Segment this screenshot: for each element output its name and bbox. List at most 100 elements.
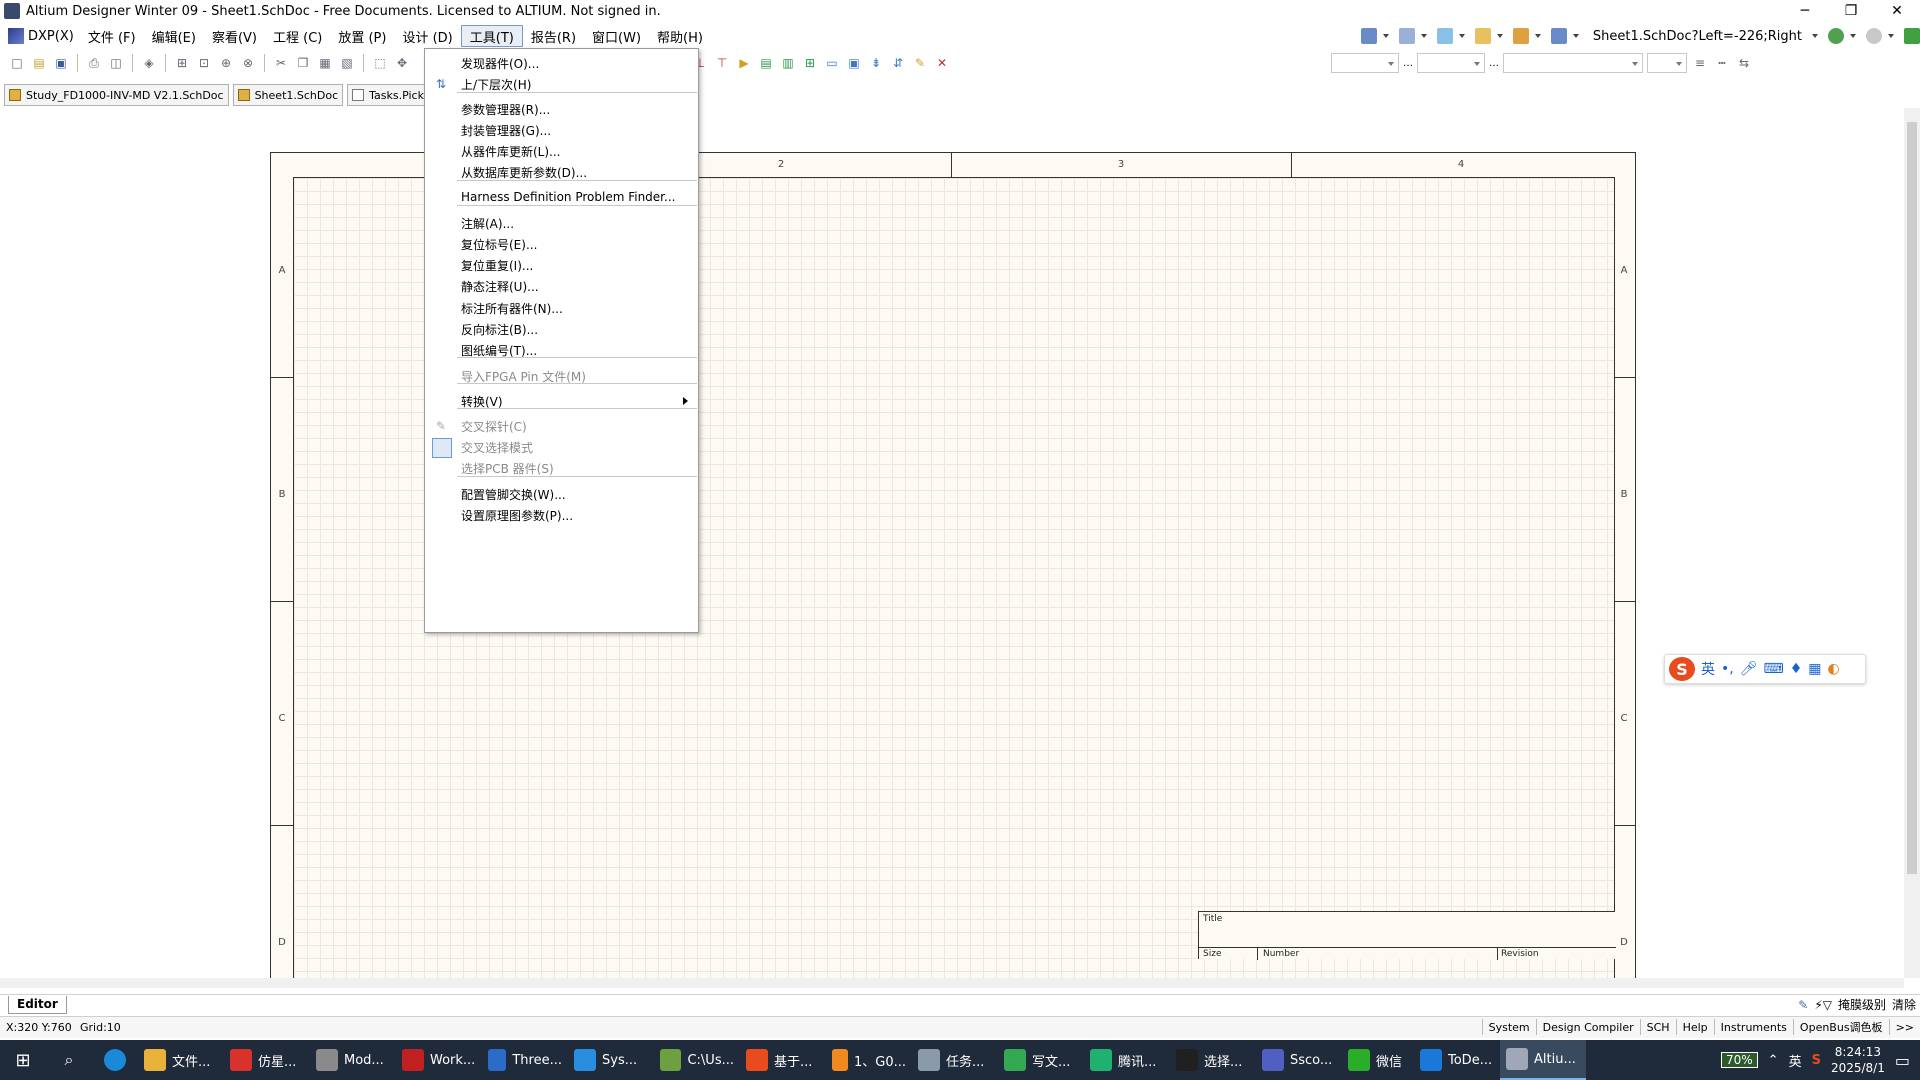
zoom-selected-icon[interactable]: ⊕ — [217, 54, 235, 72]
menu-project[interactable]: 工程 (C) — [265, 25, 330, 47]
mask-filter-icon[interactable]: ⚡︎▽ — [1814, 998, 1832, 1012]
zoom-filter-icon[interactable]: ⊗ — [239, 54, 257, 72]
taskbar-app-button[interactable]: C:\Us... — [654, 1040, 740, 1080]
font-combo[interactable] — [1331, 53, 1399, 73]
menu-design[interactable]: 设计 (D) — [394, 25, 460, 47]
apps-grid-icon[interactable]: ▦ — [1808, 661, 1821, 677]
highlighter-icon[interactable]: ✎ — [1798, 998, 1808, 1012]
bus-entry-icon[interactable]: ▶ — [735, 54, 753, 72]
print-preview-icon[interactable]: ◫ — [107, 54, 125, 72]
menu-item-sheet-numbering[interactable]: 图纸编号(T)... — [425, 337, 698, 363]
device-sheet-icon[interactable]: ▣ — [845, 54, 863, 72]
taskbar-app-button[interactable]: Sys... — [568, 1040, 654, 1080]
skin-icon[interactable]: ♦ — [1790, 661, 1803, 677]
menu-help[interactable]: 帮助(H) — [649, 25, 711, 47]
mask-level-button[interactable]: 掩膜级别 — [1838, 996, 1886, 1013]
microphone-icon[interactable]: 🎤︎ — [1740, 661, 1758, 677]
signal-harness-icon[interactable]: ⇵ — [889, 54, 907, 72]
panel-openbus[interactable]: OpenBus调色板 — [1792, 1019, 1889, 1035]
part-icon[interactable] — [1474, 28, 1491, 44]
chevron-down-icon[interactable] — [1458, 34, 1465, 38]
directive-icon[interactable]: ✎ — [911, 54, 929, 72]
start-button[interactable]: ⊞ — [0, 1040, 46, 1080]
menu-dxp[interactable]: DXP(X) — [0, 25, 80, 47]
menu-place[interactable]: 放置 (P) — [330, 25, 394, 47]
copy-icon[interactable]: ❐ — [294, 54, 312, 72]
menu-item-update-parameters-from-database[interactable]: 从数据库更新参数(D)... — [425, 159, 698, 185]
panel-sch[interactable]: SCH — [1639, 1019, 1676, 1035]
zoom-fit-icon[interactable]: ⊞ — [173, 54, 191, 72]
part-place-icon[interactable]: ▤ — [757, 54, 775, 72]
open-device-view-icon[interactable]: ◈ — [140, 54, 158, 72]
diamond-icon[interactable] — [1512, 28, 1529, 44]
port-icon[interactable]: ▭ — [823, 54, 841, 72]
tab-study-schdoc[interactable]: Study_FD1000-INV-MD V2.1.SchDoc — [4, 84, 229, 106]
sheet-path-field[interactable]: Sheet1.SchDoc?Left=-226;Right — [1593, 29, 1802, 44]
tray-chevron-icon[interactable]: ⌃ — [1768, 1053, 1779, 1068]
keyboard-icon[interactable]: ⌨ — [1764, 661, 1784, 677]
style-combo[interactable] — [1503, 53, 1643, 73]
panel-instruments[interactable]: Instruments — [1713, 1019, 1793, 1035]
menu-window[interactable]: 窗口(W) — [584, 25, 649, 47]
taskbar-app-button[interactable]: Work... — [396, 1040, 482, 1080]
menu-tools[interactable]: 工具(T) — [460, 25, 523, 47]
forward-icon[interactable] — [1866, 28, 1882, 44]
taskbar-app-button[interactable]: 写文... — [998, 1040, 1084, 1080]
open-folder-icon[interactable]: ▤ — [30, 54, 48, 72]
taskbar-app-button[interactable]: 1、G0... — [826, 1040, 912, 1080]
taskbar-app-button[interactable]: Mod... — [310, 1040, 396, 1080]
align-icon[interactable] — [1398, 28, 1415, 44]
ime-punct-toggle[interactable]: •, — [1721, 661, 1734, 677]
vertical-scrollbar[interactable] — [1904, 108, 1920, 978]
edge-taskbar-button[interactable] — [92, 1040, 138, 1080]
chevron-down-icon[interactable] — [1850, 34, 1856, 38]
menu-item-up-down-hierarchy[interactable]: ⇅ 上/下层次(H) — [425, 71, 698, 97]
ime-mode-toggle[interactable]: 英 — [1701, 659, 1715, 679]
harness-icon[interactable]: ⇟ — [867, 54, 885, 72]
sogou-tray-icon[interactable]: S — [1812, 1053, 1821, 1068]
minimize-button[interactable]: ─ — [1782, 0, 1828, 22]
sheet-symbol-icon[interactable]: ▥ — [779, 54, 797, 72]
taskbar-app-button[interactable]: 仿星... — [224, 1040, 310, 1080]
back-icon[interactable] — [1828, 28, 1844, 44]
rubber-stamp-icon[interactable]: ▧ — [338, 54, 356, 72]
no-erc-icon[interactable]: ✕ — [933, 54, 951, 72]
menu-item-convert[interactable]: 转换(V) — [425, 388, 698, 414]
tab-sheet1-schdoc[interactable]: Sheet1.SchDoc — [232, 84, 344, 106]
menu-view[interactable]: 察看(V) — [204, 25, 265, 47]
clock[interactable]: 8:24:13 2025/8/1 — [1831, 1044, 1885, 1076]
taskbar-app-button[interactable]: 选择... — [1170, 1040, 1256, 1080]
taskbar-app-button[interactable]: 腾讯... — [1084, 1040, 1170, 1080]
taskbar-app-button[interactable]: 微信 — [1342, 1040, 1414, 1080]
select-area-icon[interactable]: ⬚ — [371, 54, 389, 72]
taskbar-app-button[interactable]: 文件... — [138, 1040, 224, 1080]
move-icon[interactable]: ✥ — [393, 54, 411, 72]
chevron-down-icon[interactable] — [1420, 34, 1427, 38]
chevron-down-icon[interactable] — [1382, 34, 1389, 38]
battery-indicator[interactable]: 70% — [1721, 1052, 1758, 1068]
menu-file[interactable]: 文件 (F) — [80, 25, 144, 47]
schematic-editor[interactable]: 1 2 3 4 A B C D A B C D Title — [0, 108, 1904, 983]
tab-editor[interactable]: Editor — [8, 995, 67, 1014]
cut-icon[interactable]: ✂ — [272, 54, 290, 72]
chevron-down-icon[interactable] — [1812, 34, 1818, 38]
taskbar-app-button[interactable]: Ssco... — [1256, 1040, 1342, 1080]
zoom-area-icon[interactable]: ⊡ — [195, 54, 213, 72]
panel-help[interactable]: Help — [1675, 1019, 1714, 1035]
horizontal-scrollbar[interactable] — [0, 978, 1904, 988]
scrollbar-thumb[interactable] — [1907, 122, 1917, 874]
ime-toolbar[interactable]: S 英 •, 🎤︎ ⌨ ♦ ▦ ◐ — [1664, 654, 1866, 684]
chevron-down-icon[interactable] — [1572, 34, 1579, 38]
close-button[interactable]: ✕ — [1874, 0, 1920, 22]
chevron-down-icon[interactable] — [1888, 34, 1894, 38]
chevron-down-icon[interactable] — [1534, 34, 1541, 38]
taskbar-app-button[interactable]: 任务... — [912, 1040, 998, 1080]
panel-more[interactable]: >> — [1888, 1019, 1920, 1035]
taskbar-app-button[interactable]: ToDe... — [1414, 1040, 1500, 1080]
vcc-icon[interactable]: ⊤ — [713, 54, 731, 72]
sheet-entry-icon[interactable]: ⊞ — [801, 54, 819, 72]
menu-reports[interactable]: 报告(R) — [523, 25, 584, 47]
chevron-down-icon[interactable] — [1496, 34, 1503, 38]
new-file-icon[interactable]: □ — [8, 54, 26, 72]
sogou-logo-icon[interactable]: S — [1669, 657, 1695, 681]
